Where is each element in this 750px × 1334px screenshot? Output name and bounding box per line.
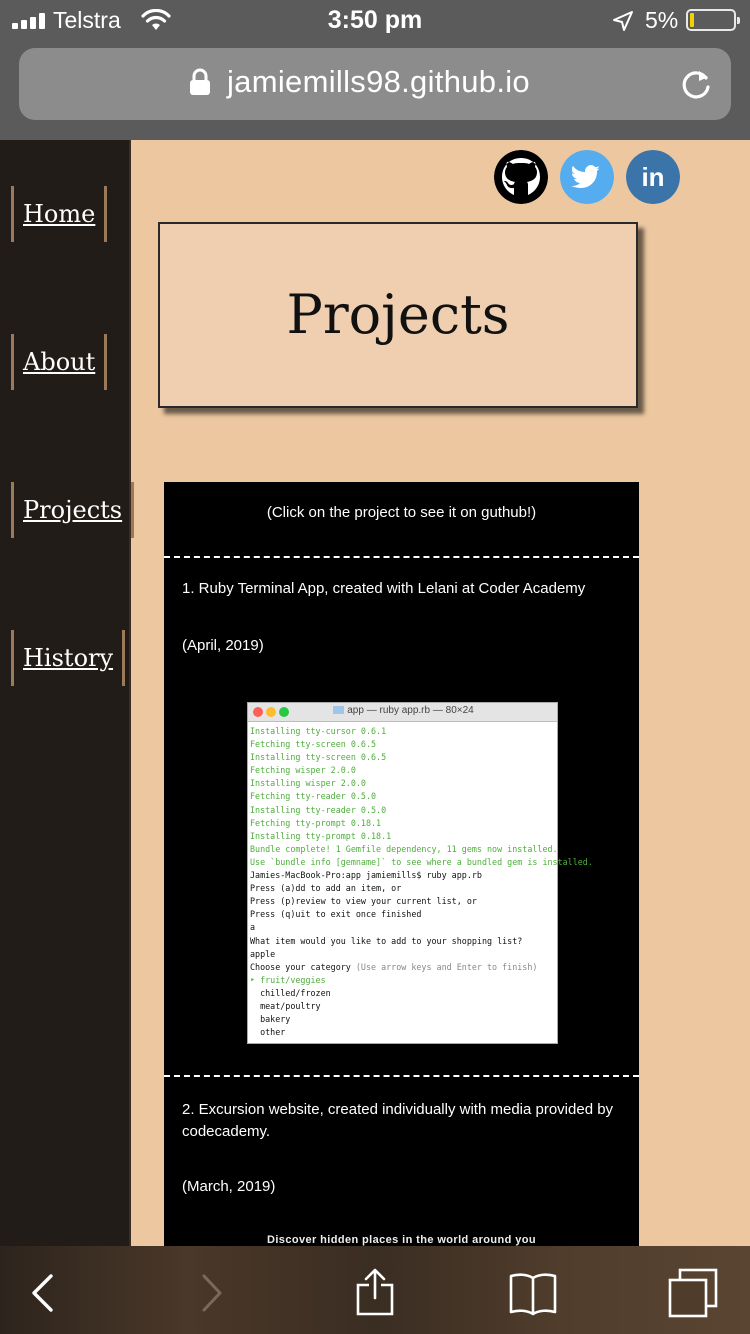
sidebar-item-projects[interactable]: Projects <box>11 482 135 538</box>
sidebar-nav: Home About Projects History <box>0 140 135 1246</box>
terminal-line: chilled/frozen <box>250 987 331 998</box>
terminal-titlebar: app — ruby app.rb — 80×24 <box>248 703 557 722</box>
projects-panel: (Click on the project to see it on guthu… <box>164 482 639 1246</box>
nav-link-home[interactable]: Home <box>23 200 95 228</box>
terminal-line: Installing wisper 2.0.0 <box>250 778 366 789</box>
page-title: Projects <box>286 283 510 346</box>
terminal-line: bakery <box>250 1014 291 1025</box>
project-date-1: (April, 2019) <box>182 637 264 654</box>
divider <box>164 1075 639 1077</box>
bottom-toolbar <box>0 1246 750 1334</box>
page-title-box: Projects <box>158 222 638 408</box>
terminal-line: meat/poultry <box>250 1000 321 1011</box>
forward-icon[interactable] <box>186 1268 236 1318</box>
divider <box>164 556 639 558</box>
terminal-line: other <box>250 1027 286 1038</box>
projects-hint: (Click on the project to see it on guthu… <box>266 504 537 521</box>
terminal-line: Fetching wisper 2.0.0 <box>250 765 356 776</box>
share-icon[interactable] <box>350 1268 400 1318</box>
terminal-line: Press (q)uit to exit once finished <box>250 909 422 920</box>
nav-link-history[interactable]: History <box>23 644 113 672</box>
status-bar: Telstra 3:50 pm 5% <box>0 0 750 40</box>
location-icon <box>613 11 633 31</box>
terminal-line: Installing tty-screen 0.6.5 <box>250 752 387 763</box>
terminal-output: Installing tty-cursor 0.6.1 Fetching tty-… <box>248 722 593 1039</box>
terminal-line: Installing tty-prompt 0.18.1 <box>250 830 392 841</box>
terminal-line: Fetching tty-prompt 0.18.1 <box>250 817 382 828</box>
terminal-line: Jamies-MacBook-Pro:app jamiemills$ ruby … <box>250 870 482 881</box>
terminal-line: Press (a)dd to add an item, or <box>250 883 402 894</box>
terminal-line: Installing tty-reader 0.5.0 <box>250 804 387 815</box>
svg-text:in: in <box>641 162 664 192</box>
terminal-line: Choose your category (Use arrow keys and… <box>250 961 538 972</box>
project-date-2: (March, 2019) <box>182 1178 276 1195</box>
project-title-1[interactable]: 1. Ruby Terminal App, created with Lelan… <box>182 578 622 600</box>
battery-percent: 5% <box>645 7 679 33</box>
terminal-line: Fetching tty-screen 0.6.5 <box>250 739 377 750</box>
project-title-2[interactable]: 2. Excursion website, created individual… <box>182 1099 622 1143</box>
url-text: jamiemills98.github.io <box>227 64 530 99</box>
project-screenshot-terminal[interactable]: app — ruby app.rb — 80×24 Installing tty… <box>247 702 593 1044</box>
tabs-icon[interactable] <box>668 1268 718 1318</box>
browser-chrome: Telstra 3:50 pm 5% jamiemills98.github.i… <box>0 0 750 140</box>
project-preview-caption: Discover hidden places in the world arou… <box>267 1234 536 1246</box>
reload-icon[interactable] <box>679 68 713 102</box>
lock-icon <box>190 68 210 95</box>
nav-link-projects[interactable]: Projects <box>23 496 122 524</box>
battery-icon <box>686 9 740 31</box>
sidebar-item-home[interactable]: Home <box>11 186 108 242</box>
terminal-line: Use `bundle info [gemname]` to see where… <box>250 856 593 867</box>
back-icon[interactable] <box>18 1268 68 1318</box>
terminal-line: ‣ fruit/veggies <box>250 974 326 985</box>
linkedin-icon[interactable]: in <box>626 150 680 204</box>
address-bar[interactable]: jamiemills98.github.io <box>19 48 731 120</box>
terminal-line: apple <box>250 948 276 959</box>
terminal-line: Fetching tty-reader 0.5.0 <box>250 791 377 802</box>
terminal-line: Press (p)review to view your current lis… <box>250 896 477 907</box>
folder-icon <box>333 706 345 715</box>
terminal-line: a <box>250 922 256 933</box>
sidebar-item-about[interactable]: About <box>11 334 108 390</box>
bookmarks-icon[interactable] <box>508 1268 558 1318</box>
twitter-icon[interactable] <box>560 150 614 204</box>
terminal-line: Installing tty-cursor 0.6.1 <box>250 726 387 736</box>
nav-link-about[interactable]: About <box>23 348 95 376</box>
terminal-title: app — ruby app.rb — 80×24 <box>248 705 559 716</box>
terminal-line: What item would you like to add to your … <box>250 935 523 946</box>
sidebar-item-history[interactable]: History <box>11 630 126 686</box>
github-icon[interactable] <box>494 150 548 204</box>
terminal-line: Bundle complete! 1 Gemfile dependency, 1… <box>250 843 558 854</box>
clock: 3:50 pm <box>327 6 423 34</box>
